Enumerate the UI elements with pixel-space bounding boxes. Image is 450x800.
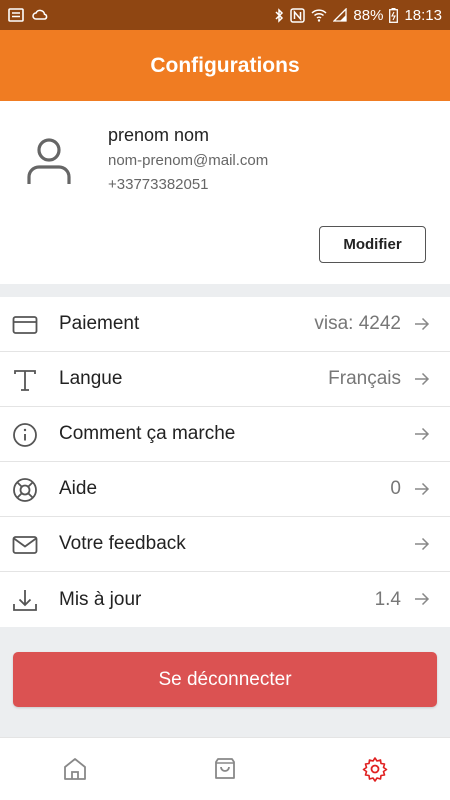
arrow-right-icon: [415, 372, 430, 386]
menu-item-value: 1.4: [374, 588, 401, 610]
menu-item-label: Votre feedback: [59, 533, 186, 554]
menu-item-value: visa: 4242: [314, 313, 401, 334]
nav-home[interactable]: [0, 738, 150, 800]
arrow-right-icon: [415, 537, 430, 551]
notification-icon: [8, 8, 24, 22]
avatar-user-icon: [27, 138, 71, 184]
menu-item-label: Paiement: [59, 313, 140, 334]
signal-icon: [333, 8, 348, 22]
clock: 18:13: [404, 6, 442, 24]
status-bar: 88% 18:13: [0, 0, 450, 30]
battery-icon: [389, 7, 399, 23]
mail-icon: [12, 536, 38, 554]
edit-profile-button[interactable]: Modifier: [319, 226, 426, 263]
menu-item-value: Français: [328, 368, 401, 389]
menu-item-paiement[interactable]: Paiement visa: 4242: [0, 297, 450, 352]
info-icon: [13, 423, 37, 447]
logout-section: Se déconnecter: [0, 637, 450, 720]
settings-gear-icon: [362, 757, 388, 782]
battery-percent: 88%: [353, 6, 384, 24]
help-lifebuoy-icon: [13, 478, 37, 502]
menu-item-feedback[interactable]: Votre feedback: [0, 517, 450, 572]
menu-item-langue[interactable]: Langue Français: [0, 352, 450, 407]
home-icon: [64, 758, 86, 780]
menu-item-label: Mis à jour: [59, 588, 142, 610]
arrow-right-icon: [415, 592, 430, 606]
settings-menu: Paiement visa: 4242 Langue Français Comm…: [0, 297, 450, 627]
page-title: Configurations: [150, 53, 300, 77]
profile-phone: +33773382051: [108, 176, 209, 193]
menu-item-label: Comment ça marche: [59, 423, 236, 444]
menu-item-aide[interactable]: Aide 0: [0, 462, 450, 517]
arrow-right-icon: [415, 482, 430, 496]
shopping-bag-icon: [215, 758, 235, 779]
profile-card: prenom nom nom-prenom@mail.com +33773382…: [0, 101, 450, 284]
cloud-sync-icon: [32, 9, 48, 20]
app-header: Configurations: [0, 30, 450, 101]
profile-name: prenom nom: [108, 125, 210, 145]
download-icon: [13, 590, 37, 611]
text-type-icon: [14, 370, 36, 391]
menu-item-label: Aide: [59, 478, 98, 499]
credit-card-icon: [12, 316, 38, 334]
nav-shop[interactable]: [150, 738, 300, 800]
menu-item-value: 0: [390, 478, 401, 499]
wifi-icon: [311, 9, 327, 22]
menu-item-mis-a-jour[interactable]: Mis à jour 1.4: [0, 572, 450, 627]
profile-email: nom-prenom@mail.com: [108, 152, 269, 169]
menu-item-comment-ca-marche[interactable]: Comment ça marche: [0, 407, 450, 462]
arrow-right-icon: [415, 427, 430, 441]
bottom-nav: [0, 737, 450, 800]
nav-settings[interactable]: [300, 738, 450, 800]
arrow-right-icon: [415, 317, 430, 331]
menu-item-label: Langue: [59, 368, 123, 389]
nfc-icon: [290, 7, 306, 23]
logout-button[interactable]: Se déconnecter: [13, 652, 437, 707]
bluetooth-icon: [275, 7, 284, 23]
